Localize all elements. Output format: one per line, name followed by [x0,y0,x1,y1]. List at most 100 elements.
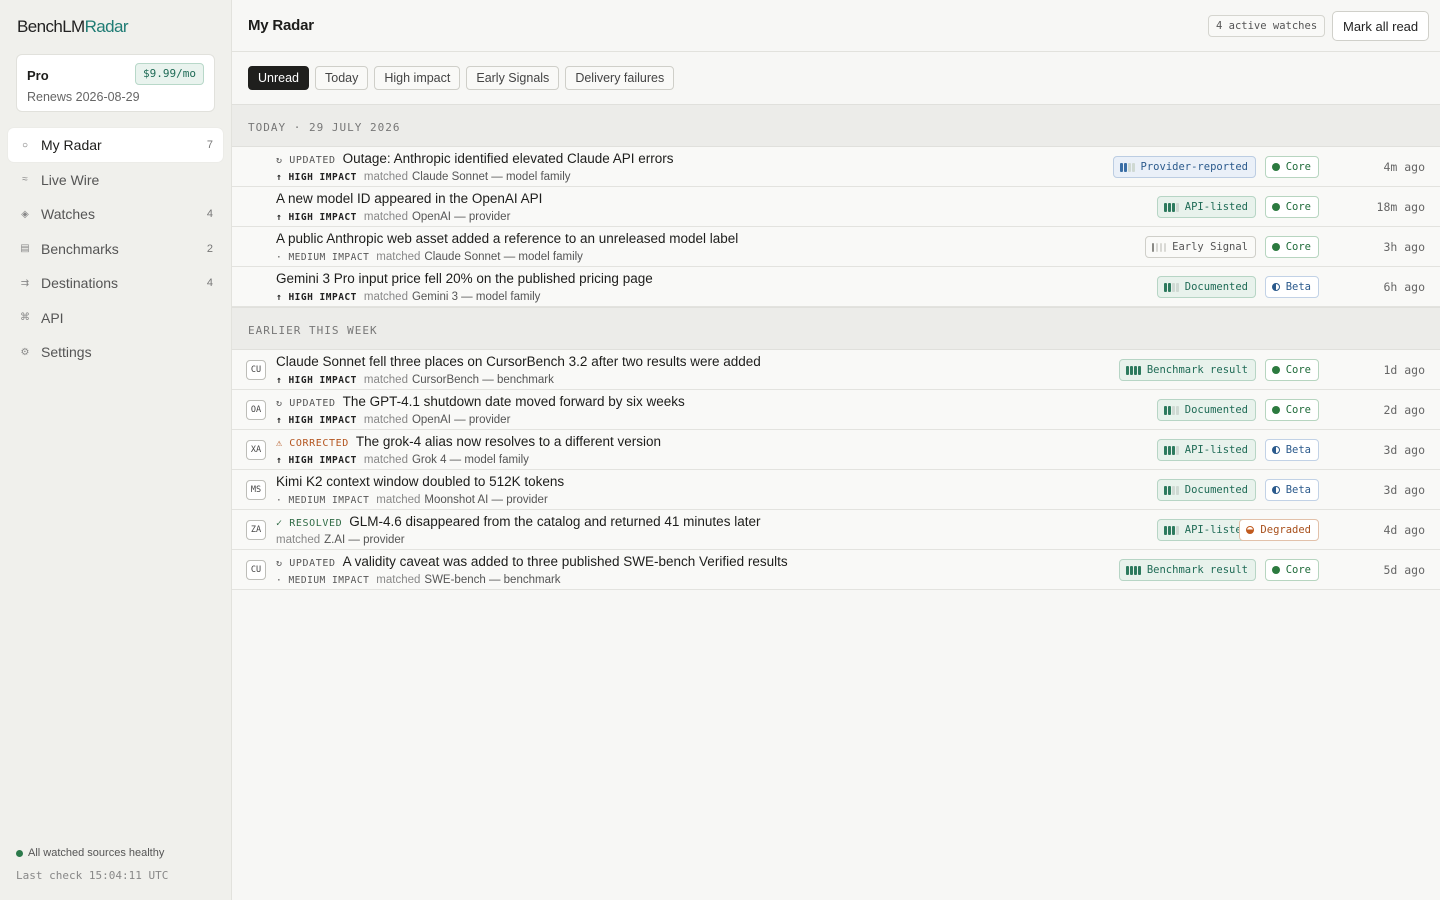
confidence-bars-icon [1126,365,1141,375]
status-tag: ↻ UPDATED [276,558,336,569]
tier-label: Core [1285,564,1311,576]
alert-row[interactable]: OA ↻ UPDATED The GPT-4.1 shutdown date mov… [232,390,1440,430]
alert-row[interactable]: CU ↻ UPDATED A validity caveat was added t… [232,550,1440,590]
tier-label: Beta [1285,281,1311,293]
impact-label: · MEDIUM IMPACT [276,575,370,586]
status-tag: ⚠ CORRECTED [276,438,349,449]
alert-row[interactable]: ZA ✓ RESOLVED GLM-4.6 disappeared from the… [232,510,1440,550]
sidebar-item-my-radar[interactable]: ○ My Radar 7 [8,128,223,162]
sidebar-item-api[interactable]: ⌘ API [8,301,223,335]
sidebar-item-benchmarks[interactable]: ▤ Benchmarks 2 [8,232,223,266]
tier-badge: Beta [1264,439,1319,461]
alert-title-line: ↻ UPDATED Outage: Anthropic identified el… [276,151,674,166]
alert-title-line: Claude Sonnet fell three places on Curso… [276,354,761,369]
degraded-status-icon [1246,526,1255,534]
matched-label: matched [363,414,408,426]
alert-meta-line: ↑ HIGH IMPACT matched Claude Sonnet — mode… [276,171,571,183]
provider-avatar: ZA [246,520,266,540]
mark-all-read-button[interactable]: Mark all read [1332,11,1430,41]
watches-icon: ◈ [21,208,29,220]
alert-title[interactable]: A public Anthropic web asset added a ref… [276,231,738,246]
alert-row[interactable]: A new model ID appeared in the OpenAI AP… [232,187,1440,227]
confidence-bar [1176,282,1179,292]
provider-avatar: MS [246,480,266,500]
alert-title[interactable]: Gemini 3 Pro input price fell 20% on the… [276,271,653,286]
tier-badge: Core [1264,399,1319,421]
alert-title-line: Kimi K2 context window doubled to 512K t… [276,474,564,489]
alert-title[interactable]: The GPT-4.1 shutdown date moved forward … [343,394,685,409]
matched-label: matched [376,574,421,586]
alert-row[interactable]: CU Claude Sonnet fell three places on Cur… [232,350,1440,390]
alert-title[interactable]: Outage: Anthropic identified elevated Cl… [343,151,674,166]
alert-age: 2d ago [1383,403,1425,417]
alert-title[interactable]: Kimi K2 context window doubled to 512K t… [276,474,564,489]
matched-watch-target[interactable]: Gemini 3 — model family [412,291,540,303]
matched-watch-target[interactable]: Claude Sonnet — model family [412,171,571,183]
matched-watch-target[interactable]: Claude Sonnet — model family [424,251,583,263]
alert-meta-line: ↑ HIGH IMPACT matched CursorBench — benchm… [276,374,554,386]
app-logo[interactable]: BenchLMRadar [17,17,129,37]
confidence-bar [1132,162,1135,172]
settings-icon: ⚙ [20,346,30,358]
tier-badge: Degraded [1239,519,1319,541]
filter-high-impact[interactable]: High impact [374,66,461,90]
sidebar-item-label: Watches [41,206,95,222]
sidebar-item-destinations[interactable]: ⇉ Destinations 4 [8,266,223,300]
alert-row[interactable]: XA ⚠ CORRECTED The grok-4 alias now resolv… [232,430,1440,470]
destinations-icon: ⇉ [20,277,30,289]
sidebar-item-live-wire[interactable]: ≈ Live Wire [8,163,223,197]
matched-watch-target[interactable]: Moonshot AI — provider [424,494,547,506]
matched-watch-target[interactable]: CursorBench — benchmark [412,374,554,386]
confidence-bar [1172,525,1175,535]
sidebar-nav: ○ My Radar 7 ≈ Live Wire ◈ Watches 4 ▤ Benchmarks… [8,128,223,370]
confidence-bar [1164,405,1167,415]
alert-title[interactable]: Claude Sonnet fell three places on Curso… [276,354,761,369]
plan-card[interactable]: Pro $9.99/mo Renews 2026-08-29 [16,54,215,112]
impact-label: ↑ HIGH IMPACT [276,212,357,223]
source-label: Early Signal [1172,241,1248,253]
matched-label: matched [363,291,408,303]
impact-label: ↑ HIGH IMPACT [276,455,357,466]
alert-title[interactable]: A validity caveat was added to three pub… [343,554,788,569]
confidence-bar [1164,485,1167,495]
matched-label: matched [376,494,421,506]
alert-title[interactable]: GLM-4.6 disappeared from the catalog and… [349,514,760,529]
alert-row[interactable]: A public Anthropic web asset added a ref… [232,227,1440,267]
filter-delivery-failures[interactable]: Delivery failures [565,66,675,90]
confidence-bar [1168,525,1171,535]
impact-label: ↑ HIGH IMPACT [276,375,357,386]
sidebar-item-watches[interactable]: ◈ Watches 4 [8,197,223,231]
alert-row[interactable]: Gemini 3 Pro input price fell 20% on the… [232,267,1440,307]
tier-badge: Beta [1264,276,1319,298]
confidence-bar [1130,565,1133,575]
matched-watch-target[interactable]: Grok 4 — model family [412,454,529,466]
confidence-bar [1124,162,1127,172]
matched-watch-target[interactable]: Z.AI — provider [324,534,405,546]
confidence-bar [1164,445,1167,455]
api-icon: ⌘ [20,312,30,323]
source-confidence-badge: API-listed [1157,196,1256,218]
source-label: Documented [1184,281,1248,293]
alert-row[interactable]: ↻ UPDATED Outage: Anthropic identified el… [232,147,1440,187]
matched-watch-target[interactable]: OpenAI — provider [412,414,510,426]
alert-title[interactable]: A new model ID appeared in the OpenAI AP… [276,191,542,206]
filter-chips: Unread Today High impact Early Signals Deliv… [248,66,675,90]
alert-title-line: A public Anthropic web asset added a ref… [276,231,738,246]
filter-unread[interactable]: Unread [248,66,309,90]
confidence-bars-icon [1151,242,1167,252]
sidebar-item-label: Live Wire [41,171,100,188]
filter-today[interactable]: Today [315,66,369,90]
matched-watch-target[interactable]: SWE-bench — benchmark [424,574,560,586]
tier-label: Core [1285,404,1311,416]
matched-watch-target[interactable]: OpenAI — provider [412,211,510,223]
filter-early-signals[interactable]: Early Signals [466,66,560,90]
confidence-bar [1120,162,1123,172]
confidence-bar [1126,365,1129,375]
alert-row[interactable]: MS Kimi K2 context window doubled to 512K… [232,470,1440,510]
impact-label: ↑ HIGH IMPACT [276,292,357,303]
alert-meta-line: · MEDIUM IMPACT matched Claude Sonnet — mo… [276,251,583,263]
health-text: All watched sources healthy [28,847,165,859]
sidebar-item-settings[interactable]: ⚙ Settings [8,335,223,369]
alert-title[interactable]: The grok-4 alias now resolves to a diffe… [356,434,661,449]
tier-badge: Beta [1264,479,1319,501]
